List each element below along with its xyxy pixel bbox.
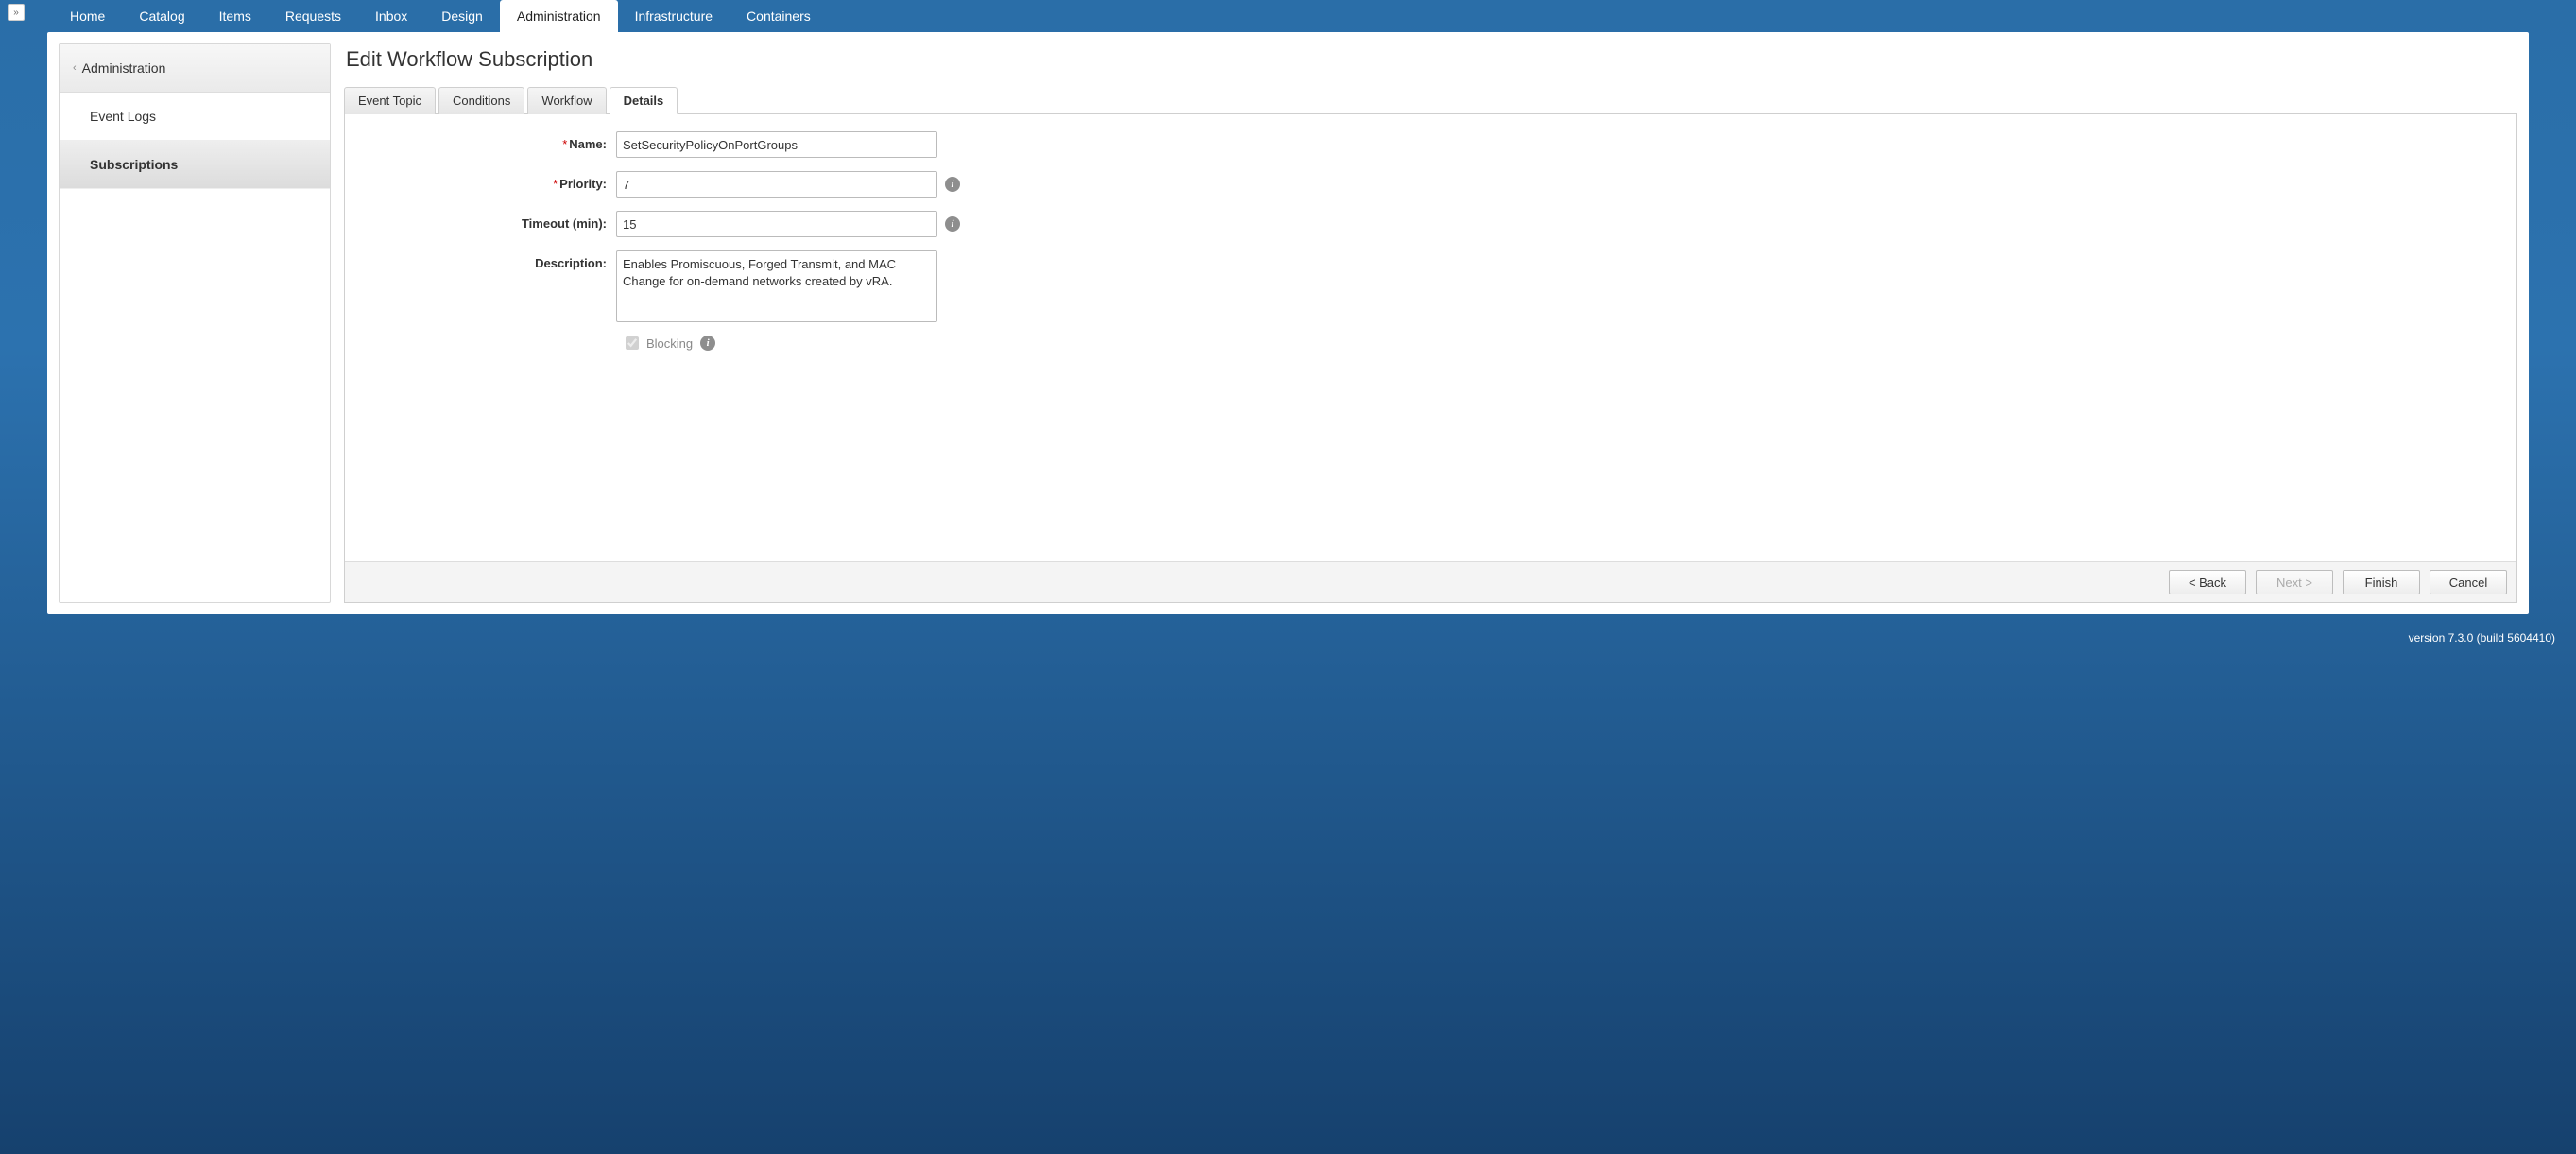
footer-version: version 7.3.0 (build 5604410) [0,626,2576,656]
nav-requests[interactable]: Requests [268,0,358,32]
info-icon[interactable]: i [945,177,960,192]
side-panel-header[interactable]: ‹ Administration [60,44,330,93]
description-textarea[interactable] [616,250,937,322]
nav-administration[interactable]: Administration [500,0,618,32]
blocking-label: Blocking [646,336,693,351]
finish-button[interactable]: Finish [2343,570,2420,594]
nav-inbox[interactable]: Inbox [358,0,424,32]
side-panel-header-label: Administration [82,60,166,76]
tab-details[interactable]: Details [610,87,678,114]
page-container: ‹ Administration Event Logs Subscription… [47,32,2529,614]
nav-infrastructure[interactable]: Infrastructure [618,0,730,32]
wizard-tabs: Event Topic Conditions Workflow Details [344,87,2517,114]
expand-sidebar-button[interactable]: » [8,4,25,21]
main-area: Edit Workflow Subscription Event Topic C… [344,43,2517,603]
cancel-button[interactable]: Cancel [2430,570,2507,594]
tab-event-topic[interactable]: Event Topic [344,87,436,114]
nav-home[interactable]: Home [53,0,122,32]
tab-workflow[interactable]: Workflow [527,87,606,114]
tab-content: *Name: *Priority: i [344,114,2517,603]
info-icon[interactable]: i [945,216,960,232]
required-marker: * [562,137,567,151]
timeout-input[interactable] [616,211,937,237]
info-icon[interactable]: i [700,336,715,351]
expand-icon: » [13,8,19,18]
nav-containers[interactable]: Containers [730,0,828,32]
nav-design[interactable]: Design [424,0,500,32]
next-button: Next > [2256,570,2333,594]
back-button[interactable]: < Back [2169,570,2246,594]
tab-conditions[interactable]: Conditions [438,87,524,114]
name-input[interactable] [616,131,937,158]
side-panel: ‹ Administration Event Logs Subscription… [59,43,331,603]
details-form: *Name: *Priority: i [345,114,2516,561]
priority-label: *Priority: [356,171,616,191]
priority-input[interactable] [616,171,937,198]
name-label: *Name: [356,131,616,151]
blocking-checkbox [626,336,639,350]
sidebar-item-subscriptions[interactable]: Subscriptions [60,141,330,189]
sidebar-item-event-logs[interactable]: Event Logs [60,93,330,141]
nav-items[interactable]: Items [202,0,268,32]
page-title: Edit Workflow Subscription [346,47,2517,72]
timeout-label: Timeout (min): [356,211,616,231]
top-nav: Home Catalog Items Requests Inbox Design… [53,0,828,32]
required-marker: * [553,177,558,191]
chevron-left-icon: ‹ [73,62,77,74]
nav-catalog[interactable]: Catalog [122,0,201,32]
description-label: Description: [356,250,616,270]
wizard-footer: < Back Next > Finish Cancel [345,561,2516,602]
